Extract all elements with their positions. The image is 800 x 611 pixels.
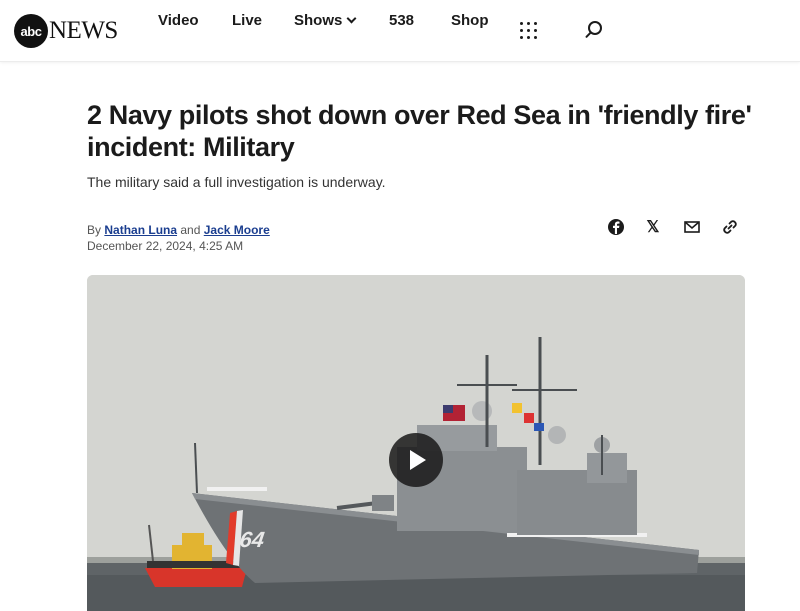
nav-shows[interactable]: Shows <box>294 11 357 29</box>
link-icon[interactable] <box>720 217 740 237</box>
nav-shop[interactable]: Shop <box>451 12 489 29</box>
chevron-down-icon <box>346 13 357 23</box>
nav-video[interactable]: Video <box>158 12 199 29</box>
play-icon <box>410 450 426 470</box>
byline-and: and <box>180 223 201 237</box>
article-headline: 2 Navy pilots shot down over Red Sea in … <box>87 100 752 162</box>
mail-icon[interactable] <box>682 217 702 237</box>
publish-date: December 22, 2024, 4:25 AM <box>87 239 244 253</box>
facebook-icon[interactable] <box>606 217 626 237</box>
search-icon[interactable] <box>584 20 604 40</box>
author-link-jack-moore[interactable]: Jack Moore <box>204 223 270 237</box>
article-subheadline: The military said a full investigation i… <box>87 174 386 190</box>
grid-menu-icon[interactable] <box>520 22 538 40</box>
hull-number: 64 <box>238 527 266 552</box>
x-icon[interactable]: 𝕏 <box>643 217 663 237</box>
site-header: abc NEWS Video Live Shows 538 Shop <box>0 0 800 62</box>
news-wordmark: NEWS <box>49 17 118 44</box>
hero-video-thumbnail[interactable]: 64 <box>87 275 745 611</box>
nav-538[interactable]: 538 <box>389 12 414 29</box>
abc-logo-circle: abc <box>14 14 48 48</box>
play-button[interactable] <box>389 433 443 487</box>
nav-live[interactable]: Live <box>232 12 262 29</box>
nav-shows-label: Shows <box>294 11 343 29</box>
abc-news-logo[interactable]: abc NEWS <box>14 14 118 48</box>
byline-prefix: By <box>87 223 102 237</box>
byline: By Nathan Luna and Jack Moore <box>87 223 270 237</box>
author-link-nathan-luna[interactable]: Nathan Luna <box>104 223 177 237</box>
